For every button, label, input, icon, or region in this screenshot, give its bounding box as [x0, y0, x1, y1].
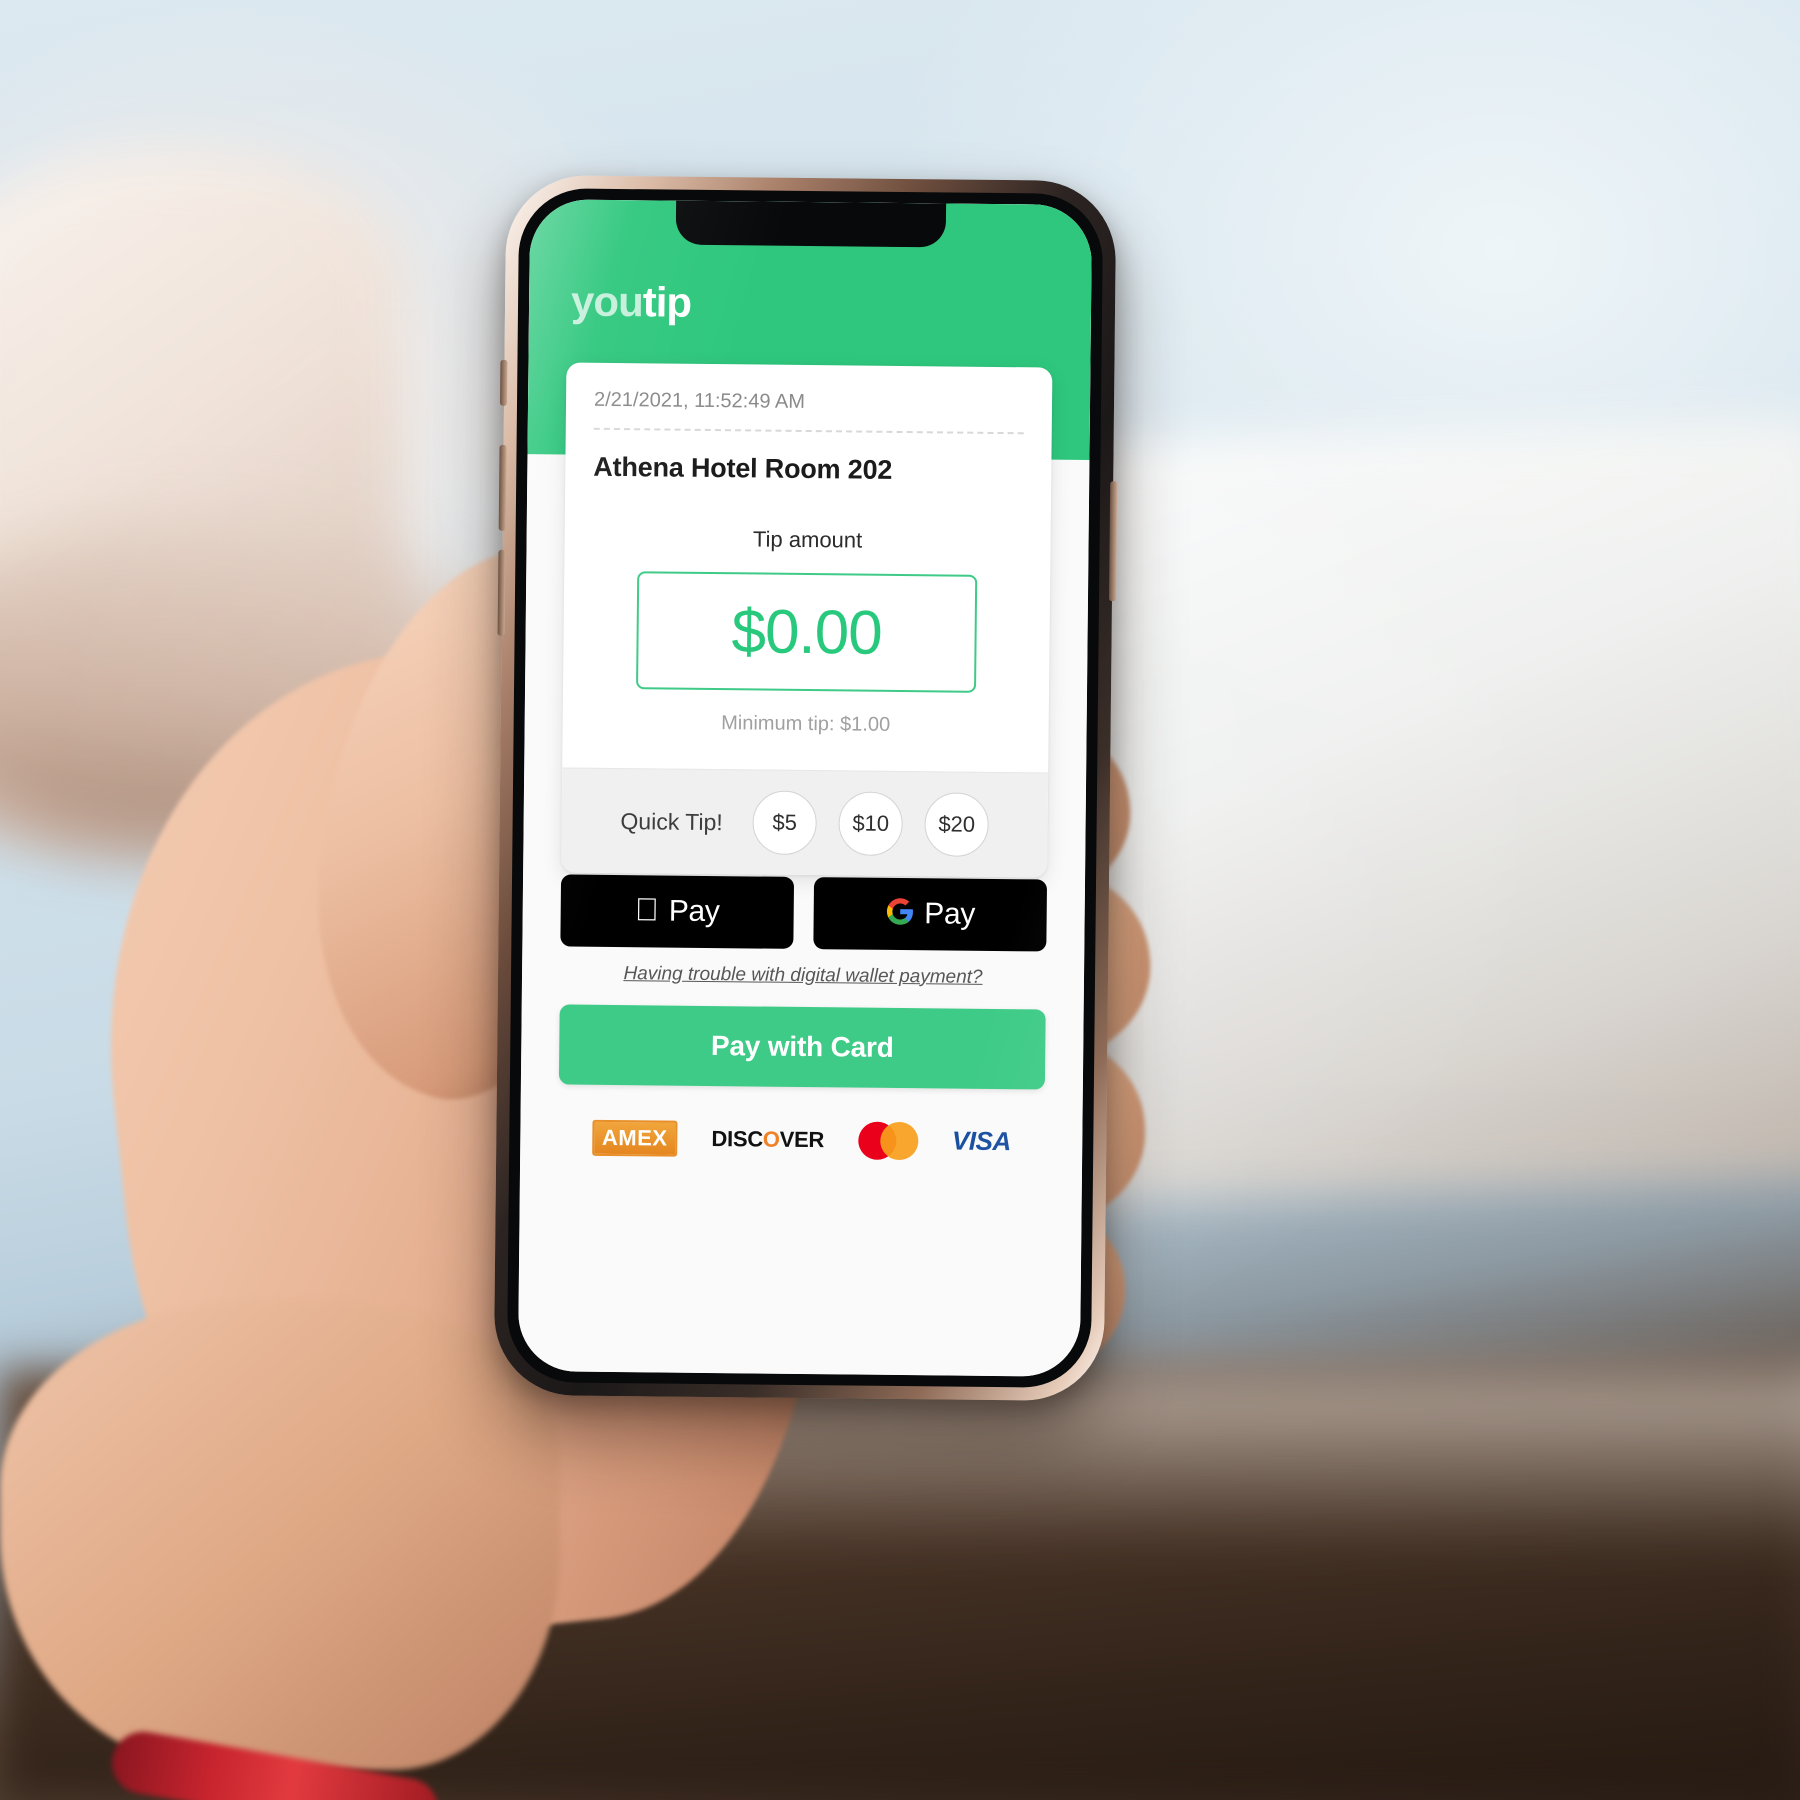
google-pay-label: Pay	[924, 896, 976, 931]
apple-logo-icon: 	[635, 891, 659, 927]
accepted-card-brands: AMEX DISCOVER VISA	[558, 1118, 1044, 1161]
google-pay-button[interactable]: Pay	[813, 876, 1048, 952]
logo-text-you: you	[570, 277, 644, 326]
minimum-tip-note: Minimum tip: $1.00	[721, 712, 891, 736]
discover-label-tail: VER	[779, 1126, 825, 1152]
receipt-header: 2/21/2021, 11:52:49 AM Athena Hotel Room…	[565, 362, 1052, 493]
photo-scene: youtip 2/21/2021, 11:52:49 AM Athena Hot…	[0, 0, 1800, 1800]
volume-down-button[interactable]	[497, 549, 506, 636]
tip-amount-label: Tip amount	[752, 526, 863, 553]
pay-with-card-button[interactable]: Pay with Card	[558, 1003, 1046, 1090]
merchant-name: Athena Hotel Room 202	[593, 451, 893, 485]
mute-switch[interactable]	[499, 359, 508, 406]
wallet-trouble-row: Having trouble with digital wallet payme…	[560, 962, 1046, 989]
wrist	[0, 1300, 560, 1770]
amex-logo-icon: AMEX	[591, 1119, 678, 1157]
mastercard-logo-icon	[857, 1121, 919, 1160]
phone-screen: youtip 2/21/2021, 11:52:49 AM Athena Hot…	[517, 199, 1093, 1377]
wallet-trouble-link[interactable]: Having trouble with digital wallet payme…	[623, 963, 982, 988]
digital-wallet-buttons:  Pay	[560, 873, 1048, 952]
tip-amount-section: Tip amount $0.00 Minimum tip: $1.00	[562, 488, 1051, 772]
youtip-app: youtip 2/21/2021, 11:52:49 AM Athena Hot…	[517, 199, 1093, 1377]
google-g-logo-icon	[885, 896, 914, 930]
discover-logo-icon: DISCOVER	[711, 1126, 824, 1153]
visa-logo-icon: VISA	[951, 1125, 1011, 1157]
discover-label-o: O	[762, 1126, 780, 1152]
logo-text-tip: tip	[642, 278, 692, 326]
receipt-timestamp: 2/21/2021, 11:52:49 AM	[593, 388, 806, 413]
quick-tip-row: Quick Tip! $5 $10 $20	[561, 767, 1049, 878]
power-button[interactable]	[1108, 481, 1118, 602]
tip-amount-input[interactable]: $0.00	[636, 571, 978, 693]
quick-tip-button-5[interactable]: $5	[752, 790, 818, 856]
tip-card: 2/21/2021, 11:52:49 AM Athena Hotel Room…	[561, 362, 1053, 878]
quick-tip-button-20[interactable]: $20	[924, 792, 990, 857]
apple-pay-button[interactable]:  Pay	[560, 873, 795, 949]
apple-pay-label: Pay	[656, 893, 720, 928]
phone-bezel: youtip 2/21/2021, 11:52:49 AM Athena Hot…	[506, 187, 1104, 1389]
quick-tip-button-10[interactable]: $10	[838, 791, 904, 857]
tip-amount-value: $0.00	[731, 596, 883, 668]
volume-up-button[interactable]	[498, 444, 507, 531]
smartphone: youtip 2/21/2021, 11:52:49 AM Athena Hot…	[493, 174, 1118, 1402]
quick-tip-label: Quick Tip!	[620, 807, 723, 835]
discover-label-head: DISC	[711, 1125, 764, 1152]
youtip-logo: youtip	[571, 278, 691, 327]
screen-notch	[675, 200, 947, 248]
